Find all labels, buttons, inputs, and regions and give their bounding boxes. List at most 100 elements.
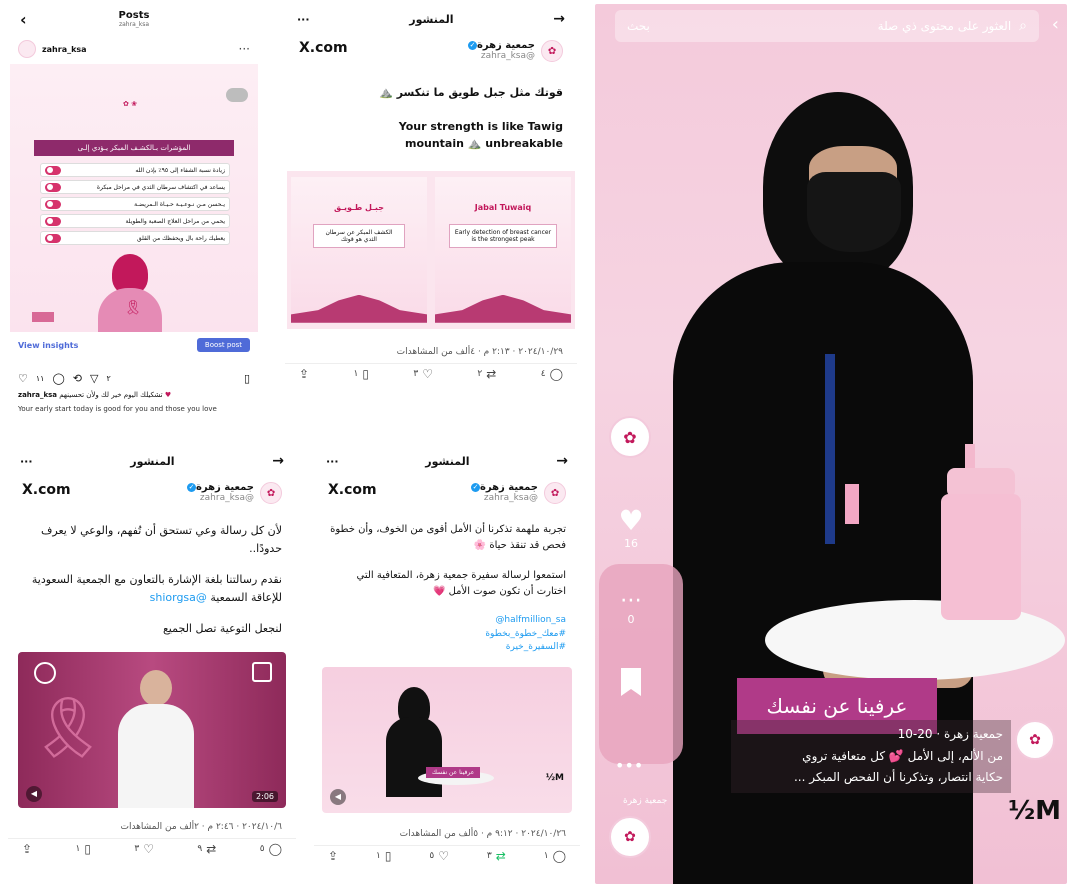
- post-line-1: تجربة ملهمة تذكرنا أن الأمل أقوى من الخو…: [330, 524, 566, 551]
- sound-disc[interactable]: ✿: [609, 816, 651, 858]
- search-icon[interactable]: ⌕: [1019, 18, 1027, 34]
- repost-button[interactable]: ٢ ⇄: [477, 368, 496, 380]
- more-icon[interactable]: •••: [615, 756, 643, 775]
- heart-icon[interactable]: ♡: [18, 372, 28, 385]
- short-video-panel: ⌕ العثور على محتوى ذي صلة بحث ‹ ✿ ♥ 16 ⋯…: [595, 4, 1067, 884]
- post-image[interactable]: جبـل طـويـق الكشف المبكر عن سرطان الثدي …: [287, 170, 575, 329]
- author-handle[interactable]: @zahra_ksa: [184, 493, 254, 503]
- post-image: ✿ ❀ المؤشرات بـالكشـف المبكر يـؤدي إلـى …: [10, 64, 258, 332]
- description-line-2[interactable]: حكاية انتصار، وتذكرنا أن الفحص المبكر ..…: [739, 767, 1003, 789]
- mute-icon[interactable]: ◀: [330, 788, 346, 805]
- account-line[interactable]: جمعية زهرة · 20-10: [739, 724, 1003, 746]
- more-icon[interactable]: ···: [297, 13, 310, 26]
- reply-button[interactable]: ٥ ◯: [260, 843, 282, 855]
- author-name[interactable]: جمعية زهرة✓: [465, 40, 535, 51]
- bookmark-button[interactable]: ١ ▯: [353, 368, 368, 380]
- x-logo: X.com: [299, 40, 348, 56]
- post-meta: ٢٠٢٤/١٠/٢٩ · ٢:١٣ م · ٤ألف من المشاهدات: [396, 346, 563, 357]
- hashtag-link[interactable]: #معك_خطوة_بخطوة: [328, 628, 566, 642]
- author-name[interactable]: جمعية زهرة✓: [184, 482, 254, 493]
- caption-account[interactable]: zahra_ksa: [18, 391, 57, 399]
- video-player[interactable]: عرفينا عن نفسك ½M ◀: [322, 666, 572, 813]
- send-icon[interactable]: ▽: [90, 372, 98, 385]
- more-icon[interactable]: ···: [326, 455, 339, 468]
- bookmark-button[interactable]: ١ ▯: [376, 850, 391, 862]
- video-brand: ½M: [545, 772, 564, 783]
- author-name[interactable]: جمعية زهرة✓: [468, 482, 538, 493]
- toggle-icon: [45, 182, 61, 192]
- share-icon: ⇪: [299, 366, 310, 381]
- search-button[interactable]: بحث: [627, 19, 650, 33]
- account-name[interactable]: zahra_ksa: [42, 45, 87, 54]
- back-icon[interactable]: ‹: [1052, 14, 1059, 35]
- action-bar: ⇪ ١ ▯ ٣ ♡ ٢ ⇄ ٤ ◯: [285, 362, 577, 384]
- search-bar[interactable]: ⌕ العثور على محتوى ذي صلة بحث: [615, 10, 1039, 42]
- ribbon-icon: 🎗: [124, 300, 142, 316]
- header-title: المنشور: [409, 12, 454, 26]
- author-handle[interactable]: @zahra_ksa: [468, 493, 538, 503]
- boost-post-button[interactable]: Boost post: [196, 338, 250, 352]
- creator-avatar[interactable]: ✿: [1015, 720, 1055, 760]
- mention-link[interactable]: @shiorgsa: [150, 591, 207, 604]
- author[interactable]: ✿ جمعية زهرة✓ @zahra_ksa: [465, 40, 563, 62]
- mention-link[interactable]: @halfmillion_sa: [328, 614, 566, 628]
- share-button[interactable]: ⇪: [22, 843, 32, 855]
- comment-button[interactable]: ⋯ 0: [613, 588, 649, 626]
- share-button[interactable]: ⇪: [299, 368, 309, 380]
- reply-icon: ◯: [552, 848, 566, 863]
- video-duration: 2:06: [252, 790, 278, 802]
- repost-button[interactable]: ٩ ⇄: [197, 843, 216, 855]
- repost-button[interactable]: ٣ ⇄: [487, 850, 506, 862]
- author-row: X.com ✿ جمعية زهرة✓ @zahra_ksa: [314, 476, 580, 504]
- shares-count: ٢: [106, 374, 111, 383]
- view-insights-link[interactable]: View insights: [18, 341, 78, 350]
- bookmark-icon[interactable]: ▯: [244, 372, 250, 385]
- repost-icon: ⇄: [486, 366, 497, 381]
- share-button[interactable]: ⇪: [328, 850, 338, 862]
- comment-icon[interactable]: ◯: [52, 372, 64, 385]
- post-text-ar: قوتك مثل جبل طويق ما تنكسر ⛰️: [379, 86, 563, 99]
- author[interactable]: ✿ جمعية زهرة✓ @zahra_ksa: [184, 482, 282, 504]
- share-icon: ⇪: [22, 841, 33, 856]
- x-post-sign-language: ··· المنشور → X.com ✿ جمعية زهرة✓ @zahra…: [8, 446, 296, 884]
- avatar[interactable]: [18, 40, 36, 58]
- like-button[interactable]: ٣ ♡: [134, 843, 154, 855]
- checklist-item: يساعد في اكتشاف سرطان الثدي في مراحل مبك…: [40, 180, 230, 194]
- x-logo: X.com: [22, 482, 71, 498]
- like-button[interactable]: ٥ ♡: [429, 850, 449, 862]
- forward-arrow-icon[interactable]: →: [556, 453, 568, 469]
- heart-icon[interactable]: ♥: [613, 504, 649, 537]
- avatar[interactable]: ✿: [544, 482, 566, 504]
- like-button[interactable]: ♥ 16: [613, 504, 649, 550]
- video-player[interactable]: 🎗 ◀ 2:06: [18, 651, 286, 808]
- bottle-graphic: [941, 444, 1021, 620]
- author-handle[interactable]: @zahra_ksa: [465, 51, 535, 61]
- hashtags: @halfmillion_sa #معك_خطوة_بخطوة #السفيرة…: [314, 606, 580, 655]
- forward-arrow-icon[interactable]: →: [272, 453, 284, 469]
- x-post-ambassador: ··· المنشور → X.com ✿ جمعية زهرة✓ @zahra…: [314, 446, 580, 884]
- page-subtitle: zahra_ksa: [118, 21, 150, 28]
- search-input[interactable]: العثور على محتوى ذي صلة: [650, 19, 1019, 33]
- bookmark-button[interactable]: ١ ▯: [75, 843, 90, 855]
- profile-button[interactable]: ✿: [609, 416, 651, 458]
- mountain-graphic: [435, 294, 571, 323]
- toggle-icon: [45, 165, 61, 175]
- lanyard: [825, 354, 835, 544]
- more-icon[interactable]: ···: [20, 455, 33, 468]
- mute-icon[interactable]: ◀: [26, 785, 42, 802]
- avatar[interactable]: ✿: [260, 482, 282, 504]
- reply-button[interactable]: ١ ◯: [544, 850, 566, 862]
- author[interactable]: ✿ جمعية زهرة✓ @zahra_ksa: [468, 482, 566, 504]
- like-button[interactable]: ٣ ♡: [413, 368, 433, 380]
- caption-english: Your early start today is good for you a…: [18, 405, 217, 413]
- avatar[interactable]: ✿: [541, 40, 563, 62]
- more-icon[interactable]: ···: [239, 42, 250, 56]
- author-row: X.com ✿ جمعية زهرة✓ @zahra_ksa: [8, 476, 296, 504]
- comments-count: 0: [627, 613, 635, 626]
- reply-button[interactable]: ٤ ◯: [541, 368, 563, 380]
- repost-icon[interactable]: ⟲: [73, 372, 82, 385]
- repost-icon: ⇄: [206, 841, 217, 856]
- comment-icon[interactable]: ⋯: [613, 588, 649, 613]
- hashtag-link[interactable]: #السفيرة_خيرة: [328, 641, 566, 655]
- forward-arrow-icon[interactable]: →: [553, 11, 565, 27]
